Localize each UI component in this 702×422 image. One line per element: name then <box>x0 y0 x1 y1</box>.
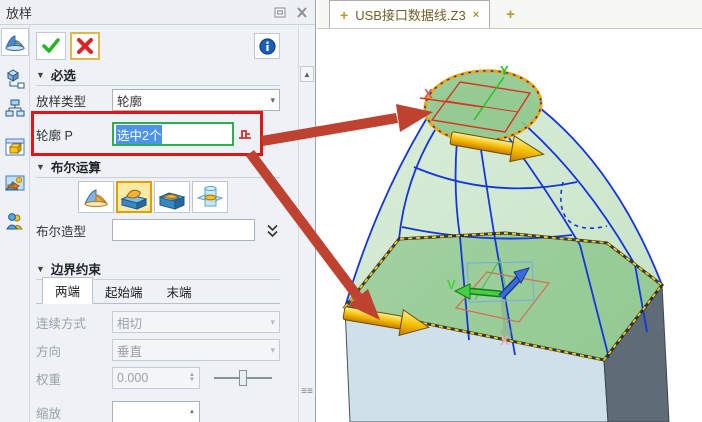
scale-spinner: ▲ <box>112 401 200 422</box>
model-canvas[interactable]: X Y V X <box>317 30 702 422</box>
triad-v-label: V <box>447 277 456 292</box>
solid-window-icon[interactable] <box>1 133 29 161</box>
hierarchy-icon[interactable] <box>1 95 29 123</box>
required-flag-icon <box>238 127 252 141</box>
section-required[interactable]: ▼ 必选 <box>36 64 280 86</box>
boolean-shape-input[interactable] <box>112 219 255 241</box>
weight-slider <box>214 369 272 387</box>
check-icon <box>41 37 61 55</box>
loft-model: X Y V X <box>317 30 702 422</box>
grip-icon[interactable]: ≡≡ <box>301 388 313 396</box>
document-tab[interactable]: + USB接口数据线.Z3 × <box>329 0 490 28</box>
info-button[interactable] <box>254 33 280 59</box>
collapse-icon: ▼ <box>36 70 45 80</box>
boolean-shape-label: 布尔造型 <box>36 221 108 240</box>
tab-start-end[interactable]: 起始端 <box>93 279 155 304</box>
intersect-icon <box>196 184 224 210</box>
spin-down-icon: ▼ <box>189 378 195 383</box>
chevron-down-icon: ▾ <box>270 317 275 328</box>
new-tab-button[interactable]: + <box>506 6 515 23</box>
side-toolstrip <box>0 26 30 422</box>
continuity-label: 连续方式 <box>36 313 108 332</box>
boolean-add-button[interactable] <box>116 181 152 213</box>
tab-end[interactable]: 末端 <box>155 279 204 304</box>
collapse-icon: ▼ <box>36 162 45 172</box>
base-icon <box>82 185 110 209</box>
close-icon[interactable] <box>295 6 309 18</box>
panel-scrollbar[interactable]: ▲ ≡≡ <box>298 26 315 422</box>
viewport: + USB接口数据线.Z3 × + <box>317 0 702 422</box>
boolean-subtract-button[interactable] <box>154 181 190 213</box>
sketch-x-axis-label: X <box>424 86 433 101</box>
loft-type-label: 放样类型 <box>36 91 108 110</box>
subtract-icon <box>158 184 186 210</box>
profile-label: 轮廓 P <box>36 125 108 144</box>
weight-label: 权重 <box>36 369 108 388</box>
slider-handle <box>239 370 247 386</box>
expand-double-chevron-icon[interactable] <box>265 223 280 238</box>
scale-label: 缩放 <box>36 403 108 422</box>
dialog-content: ▼ 必选 放样类型 轮廓 ▾ 轮廓 P 选中2个 <box>30 26 298 422</box>
loft-feature-icon[interactable] <box>1 28 29 56</box>
restore-icon[interactable] <box>273 6 287 18</box>
chevron-down-icon: ▾ <box>270 95 275 106</box>
boolean-base-button[interactable] <box>78 181 114 213</box>
profile-input[interactable]: 选中2个 <box>112 122 234 146</box>
continuity-select: 相切 ▾ <box>112 311 280 333</box>
zw3d-loft-window: 放样 <box>0 0 702 422</box>
sketch-y-axis-label: Y <box>500 63 509 78</box>
chevron-down-icon: ▾ <box>270 345 275 356</box>
direction-select: 垂直 ▾ <box>112 339 280 361</box>
cancel-button[interactable] <box>70 32 100 60</box>
weight-spinner: 0.000 ▲▼ <box>112 367 200 389</box>
scroll-up-icon[interactable]: ▲ <box>300 66 314 82</box>
add-icon <box>120 184 148 210</box>
triad-x-label: X <box>500 332 510 348</box>
document-tab-title: USB接口数据线.Z3 <box>355 5 466 24</box>
loft-dialog-panel: 放样 <box>0 0 316 422</box>
document-tabbar: + USB接口数据线.Z3 × + <box>317 0 702 29</box>
users-icon[interactable] <box>1 207 29 235</box>
section-boolean[interactable]: ▼ 布尔运算 <box>36 156 280 178</box>
confirm-button[interactable] <box>36 32 66 60</box>
tab-both-ends[interactable]: 两端 <box>42 277 93 304</box>
tab-close-icon[interactable]: × <box>473 9 479 21</box>
direction-label: 方向 <box>36 341 108 360</box>
boolean-intersect-button[interactable] <box>192 181 228 213</box>
datum-tree-icon[interactable] <box>1 65 29 93</box>
tab-plus-icon: + <box>340 7 348 23</box>
render-image-icon[interactable] <box>1 169 29 197</box>
collapse-icon: ▼ <box>36 264 45 274</box>
x-icon <box>76 37 94 55</box>
loft-type-select[interactable]: 轮廓 ▾ <box>112 89 280 111</box>
info-icon <box>259 38 276 55</box>
panel-titlebar: 放样 <box>0 0 315 25</box>
panel-title: 放样 <box>6 3 32 22</box>
